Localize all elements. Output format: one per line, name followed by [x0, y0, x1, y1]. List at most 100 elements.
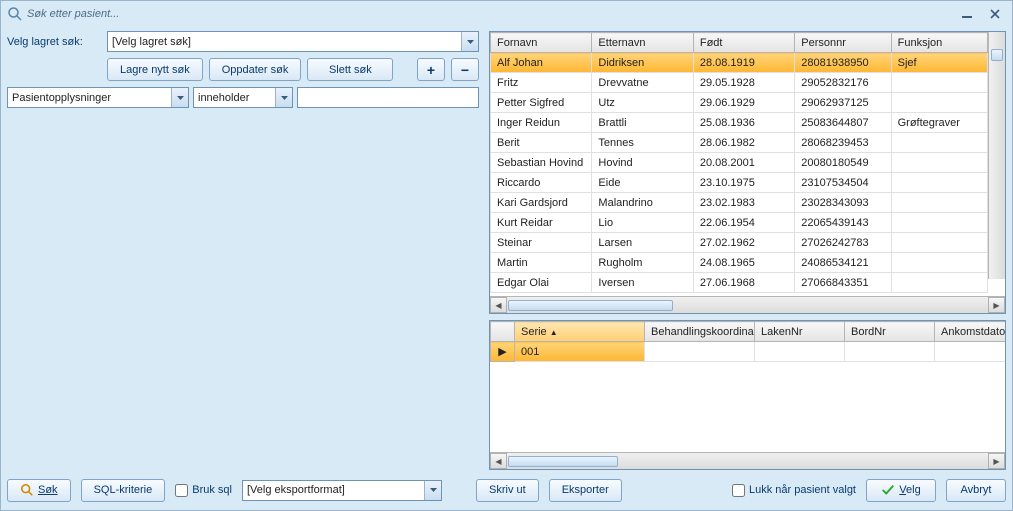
criteria-value-input[interactable]: [297, 87, 479, 108]
col-ankomstdato[interactable]: Ankomstdato: [935, 322, 1006, 342]
cell-fodt[interactable]: 24.08.1965: [693, 253, 794, 273]
scroll-right-icon[interactable]: ▶: [988, 453, 1005, 469]
cell-etternavn[interactable]: Rugholm: [592, 253, 693, 273]
table-row[interactable]: Petter SigfredUtz29.06.192929062937125: [491, 93, 988, 113]
search-button[interactable]: Søk: [7, 479, 71, 502]
cell-ankomstdato[interactable]: [935, 342, 1006, 362]
cancel-button[interactable]: Avbryt: [946, 479, 1006, 502]
series-grid[interactable]: Serie ▲ Behandlingskoordinator LakenNr B…: [489, 320, 1006, 470]
cell-funksjon[interactable]: [891, 213, 987, 233]
col-etternavn[interactable]: Etternavn: [592, 33, 693, 53]
cell-fornavn[interactable]: Edgar Olai: [491, 273, 592, 293]
cell-fodt[interactable]: 23.10.1975: [693, 173, 794, 193]
cell-funksjon[interactable]: [891, 233, 987, 253]
cell-fornavn[interactable]: Fritz: [491, 73, 592, 93]
table-row[interactable]: Kurt ReidarLio22.06.195422065439143: [491, 213, 988, 233]
cell-funksjon[interactable]: [891, 253, 987, 273]
remove-criteria-button[interactable]: −: [451, 58, 479, 81]
saved-search-combo[interactable]: [Velg lagret søk]: [107, 31, 479, 52]
cell-funksjon[interactable]: [891, 93, 987, 113]
cell-personnr[interactable]: 29052832176: [795, 73, 891, 93]
cell-bordnr[interactable]: [845, 342, 935, 362]
cell-fodt[interactable]: 22.06.1954: [693, 213, 794, 233]
cell-funksjon[interactable]: [891, 173, 987, 193]
cell-personnr[interactable]: 23028343093: [795, 193, 891, 213]
cell-personnr[interactable]: 20080180549: [795, 153, 891, 173]
cell-funksjon[interactable]: [891, 273, 987, 293]
cell-etternavn[interactable]: Malandrino: [592, 193, 693, 213]
cell-etternavn[interactable]: Didriksen: [592, 53, 693, 73]
use-sql-checkbox-input[interactable]: [175, 484, 188, 497]
cell-etternavn[interactable]: Hovind: [592, 153, 693, 173]
cell-fodt[interactable]: 23.02.1983: [693, 193, 794, 213]
cell-fornavn[interactable]: Steinar: [491, 233, 592, 253]
select-button[interactable]: Velg: [866, 479, 936, 502]
cell-fornavn[interactable]: Alf Johan: [491, 53, 592, 73]
delete-search-button[interactable]: Slett søk: [307, 58, 393, 81]
cell-fodt[interactable]: 29.06.1929: [693, 93, 794, 113]
close-on-select-checkbox[interactable]: Lukk når pasient valgt: [732, 484, 856, 497]
minimize-button[interactable]: [960, 5, 978, 23]
add-criteria-button[interactable]: +: [417, 58, 445, 81]
close-on-select-checkbox-input[interactable]: [732, 484, 745, 497]
patient-grid[interactable]: Fornavn Etternavn Født Personnr Funksjon…: [489, 31, 1006, 314]
col-bordnr[interactable]: BordNr: [845, 322, 935, 342]
table-row[interactable]: SteinarLarsen27.02.196227026242783: [491, 233, 988, 253]
col-personnr[interactable]: Personnr: [795, 33, 891, 53]
vertical-scrollbar[interactable]: [988, 32, 1005, 279]
cell-etternavn[interactable]: Tennes: [592, 133, 693, 153]
cell-fodt[interactable]: 29.05.1928: [693, 73, 794, 93]
cell-funksjon[interactable]: Sjef: [891, 53, 987, 73]
cell-etternavn[interactable]: Drevvatne: [592, 73, 693, 93]
print-button[interactable]: Skriv ut: [476, 479, 539, 502]
horizontal-scrollbar[interactable]: ◀ ▶: [490, 296, 1005, 313]
update-search-button[interactable]: Oppdater søk: [209, 58, 302, 81]
cell-fodt[interactable]: 27.06.1968: [693, 273, 794, 293]
cell-fornavn[interactable]: Petter Sigfred: [491, 93, 592, 113]
cell-behandlingskoord[interactable]: [645, 342, 755, 362]
cell-personnr[interactable]: 22065439143: [795, 213, 891, 233]
cell-personnr[interactable]: 27066843351: [795, 273, 891, 293]
cell-etternavn[interactable]: Iversen: [592, 273, 693, 293]
series-row[interactable]: ▶ 001: [491, 342, 1006, 362]
cell-funksjon[interactable]: [891, 153, 987, 173]
horizontal-scrollbar[interactable]: ◀ ▶: [490, 452, 1005, 469]
cell-fodt[interactable]: 25.08.1936: [693, 113, 794, 133]
col-fodt[interactable]: Født: [693, 33, 794, 53]
use-sql-checkbox[interactable]: Bruk sql: [175, 484, 232, 497]
cell-fornavn[interactable]: Kurt Reidar: [491, 213, 592, 233]
cell-fodt[interactable]: 20.08.2001: [693, 153, 794, 173]
cell-personnr[interactable]: 29062937125: [795, 93, 891, 113]
table-row[interactable]: Kari GardsjordMalandrino23.02.1983230283…: [491, 193, 988, 213]
cell-fornavn[interactable]: Riccardo: [491, 173, 592, 193]
table-row[interactable]: Sebastian HovindHovind20.08.200120080180…: [491, 153, 988, 173]
scroll-left-icon[interactable]: ◀: [490, 453, 507, 469]
cell-personnr[interactable]: 28081938950: [795, 53, 891, 73]
table-row[interactable]: Alf JohanDidriksen28.08.191928081938950S…: [491, 53, 988, 73]
cell-funksjon[interactable]: Grøftegraver: [891, 113, 987, 133]
criteria-field-combo[interactable]: Pasientopplysninger: [7, 87, 189, 108]
cell-personnr[interactable]: 25083644807: [795, 113, 891, 133]
cell-fornavn[interactable]: Martin: [491, 253, 592, 273]
table-row[interactable]: Inger ReidunBrattli25.08.193625083644807…: [491, 113, 988, 133]
save-new-search-button[interactable]: Lagre nytt søk: [107, 58, 203, 81]
col-behandlingskoord[interactable]: Behandlingskoordinator: [645, 322, 755, 342]
col-lakennr[interactable]: LakenNr: [755, 322, 845, 342]
col-fornavn[interactable]: Fornavn: [491, 33, 592, 53]
cell-fornavn[interactable]: Inger Reidun: [491, 113, 592, 133]
scroll-left-icon[interactable]: ◀: [490, 297, 507, 313]
table-row[interactable]: Edgar OlaiIversen27.06.196827066843351: [491, 273, 988, 293]
cell-personnr[interactable]: 24086534121: [795, 253, 891, 273]
export-format-combo[interactable]: [Velg eksportformat]: [242, 480, 442, 501]
cell-etternavn[interactable]: Eide: [592, 173, 693, 193]
cell-etternavn[interactable]: Utz: [592, 93, 693, 113]
cell-personnr[interactable]: 23107534504: [795, 173, 891, 193]
table-row[interactable]: FritzDrevvatne29.05.192829052832176: [491, 73, 988, 93]
cell-fornavn[interactable]: Berit: [491, 133, 592, 153]
cell-etternavn[interactable]: Larsen: [592, 233, 693, 253]
cell-funksjon[interactable]: [891, 193, 987, 213]
cell-fodt[interactable]: 27.02.1962: [693, 233, 794, 253]
sql-criteria-button[interactable]: SQL-kriterie: [81, 479, 166, 502]
cell-etternavn[interactable]: Brattli: [592, 113, 693, 133]
cell-fornavn[interactable]: Sebastian Hovind: [491, 153, 592, 173]
